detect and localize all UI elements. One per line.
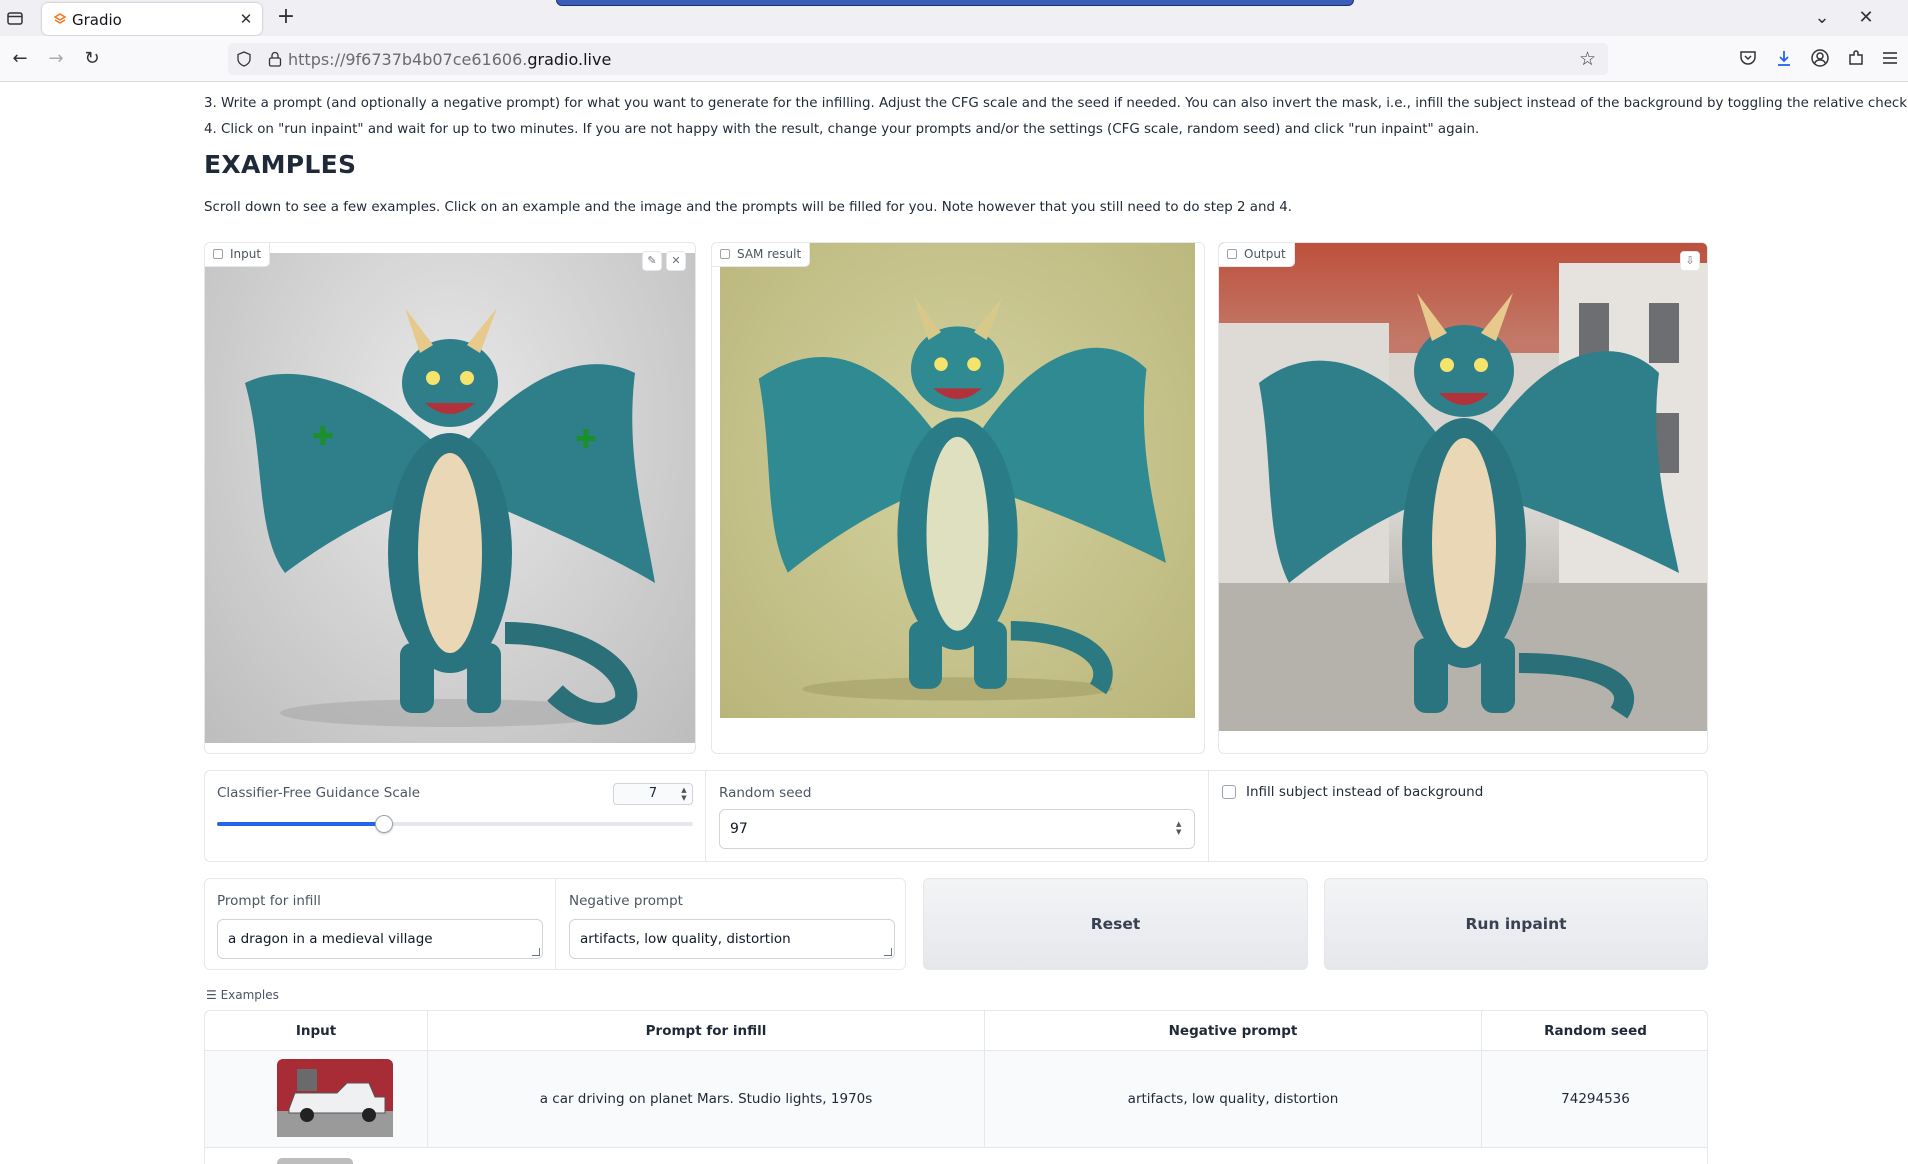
menu-icon[interactable] <box>1880 48 1900 68</box>
navigation-bar: ← → ↻ https://9f6737b4b07ce61606.gradio.… <box>0 36 1908 82</box>
bookmark-star-icon[interactable]: ☆ <box>1579 49 1596 69</box>
example-row-1-input[interactable] <box>205 1051 428 1147</box>
slider-fill <box>217 822 384 826</box>
column-header-prompt: Prompt for infill <box>428 1011 985 1051</box>
examples-heading: EXAMPLES <box>204 150 357 179</box>
slider-thumb[interactable] <box>374 815 393 833</box>
example-row-1-seed[interactable]: 74294536 <box>1482 1051 1707 1147</box>
sam-result-block: SAM result <box>711 242 1205 754</box>
lock-icon[interactable] <box>268 51 282 67</box>
close-window-icon[interactable]: ✕ <box>1856 8 1876 28</box>
cfg-scale-control: Classifier-Free Guidance Scale 7 ▲ ▼ <box>205 771 706 861</box>
svg-text:✚: ✚ <box>312 422 334 452</box>
invert-mask-control: Infill subject instead of background <box>1210 771 1707 861</box>
image-icon <box>1227 249 1237 259</box>
edit-icon[interactable]: ✎ <box>642 251 662 271</box>
page-viewport: 3. Write a prompt (and optionally a nega… <box>0 82 1908 1164</box>
instruction-step-4: 4. Click on "run inpaint" and wait for u… <box>204 122 1480 137</box>
output-label: Output <box>1219 243 1295 267</box>
invert-mask-label[interactable]: Infill subject instead of background <box>1246 784 1483 800</box>
svg-text:✚: ✚ <box>575 425 597 455</box>
car-thumbnail[interactable] <box>277 1059 393 1137</box>
forward-icon[interactable]: → <box>46 49 66 69</box>
close-tab-icon[interactable]: ✕ <box>238 11 254 27</box>
instruction-step-3: 3. Write a prompt (and optionally a nega… <box>204 96 1908 111</box>
example-row-1-prompt[interactable]: a car driving on planet Mars. Studio lig… <box>428 1051 985 1147</box>
spinner-arrows-icon[interactable]: ▲ ▼ <box>1176 820 1186 836</box>
sam-result-label: SAM result <box>712 243 811 267</box>
examples-table: Input Prompt for infill Negative prompt … <box>204 1010 1708 1164</box>
column-header-seed: Random seed <box>1482 1011 1707 1051</box>
input-image-block[interactable]: Input ✎ ✕ ✚ ✚ <box>204 242 696 754</box>
spinner-arrows-icon[interactable]: ▲ ▼ <box>679 786 689 802</box>
image-icon <box>213 249 223 259</box>
tab-list-icon[interactable] <box>6 9 24 27</box>
tab-gradio[interactable]: Gradio ✕ <box>42 3 262 35</box>
resize-handle-icon[interactable] <box>884 948 892 956</box>
negative-prompt-input[interactable]: artifacts, low quality, distortion <box>569 919 895 959</box>
settings-row: Classifier-Free Guidance Scale 7 ▲ ▼ Rand… <box>204 770 1708 862</box>
output-image-block: Output ⇩ <box>1218 242 1708 754</box>
resize-handle-icon[interactable] <box>532 948 540 956</box>
sam-result-image <box>720 243 1195 718</box>
tracking-shield-icon[interactable] <box>236 51 252 67</box>
random-seed-input[interactable]: 97 ▲ ▼ <box>719 809 1195 849</box>
negative-prompt-field-group: Negative prompt artifacts, low quality, … <box>557 879 905 969</box>
tab-bar: Gradio ✕ + ⌄ ✕ <box>0 0 1908 36</box>
pocket-icon[interactable] <box>1738 48 1758 68</box>
input-label: Input <box>205 243 271 267</box>
back-icon[interactable]: ← <box>10 49 30 69</box>
example-row-2-thumbnail[interactable] <box>277 1158 353 1164</box>
random-seed-label: Random seed <box>719 785 812 801</box>
prompt-input[interactable]: a dragon in a medieval village <box>217 919 543 959</box>
invert-mask-checkbox[interactable] <box>1222 785 1236 799</box>
table-row[interactable] <box>205 1147 1707 1164</box>
extensions-icon[interactable] <box>1846 48 1866 68</box>
examples-label: ☰ Examples <box>206 988 279 1002</box>
gradio-favicon-icon <box>54 13 66 24</box>
random-seed-control: Random seed 97 ▲ ▼ <box>707 771 1209 861</box>
sharing-indicator <box>556 0 1354 6</box>
cfg-scale-label: Classifier-Free Guidance Scale <box>217 785 421 801</box>
negative-prompt-label: Negative prompt <box>569 893 683 909</box>
clear-icon[interactable]: ✕ <box>666 251 686 271</box>
list-icon: ☰ <box>206 988 221 1002</box>
list-all-tabs-icon[interactable]: ⌄ <box>1812 8 1832 28</box>
scroll-note: Scroll down to see a few examples. Click… <box>204 200 1293 215</box>
run-inpaint-button[interactable]: Run inpaint <box>1324 878 1708 970</box>
new-tab-icon[interactable]: + <box>276 6 296 28</box>
reload-icon[interactable]: ↻ <box>82 49 102 69</box>
prompt-label: Prompt for infill <box>217 893 321 909</box>
reset-button[interactable]: Reset <box>923 878 1308 970</box>
output-image <box>1219 243 1707 731</box>
download-icon[interactable]: ⇩ <box>1680 251 1700 271</box>
prompt-field-group: Prompt for infill a dragon in a medieval… <box>205 879 556 969</box>
image-icon <box>720 249 730 259</box>
input-image[interactable]: ✚ ✚ <box>205 253 695 743</box>
column-header-negative: Negative prompt <box>985 1011 1482 1051</box>
url-text[interactable]: https://9f6737b4b07ce61606.gradio.live <box>288 50 611 69</box>
dragon-mask-illustration <box>758 296 1166 701</box>
cfg-scale-number[interactable]: 7 ▲ ▼ <box>613 783 693 805</box>
dragon-illustration: ✚ ✚ <box>245 308 655 727</box>
column-header-input: Input <box>205 1011 428 1051</box>
account-icon[interactable] <box>1810 48 1830 68</box>
prompt-group: Prompt for infill a dragon in a medieval… <box>204 878 906 970</box>
downloads-icon[interactable] <box>1774 48 1794 68</box>
url-bar[interactable]: https://9f6737b4b07ce61606.gradio.live ☆ <box>228 43 1608 75</box>
cfg-scale-slider[interactable] <box>217 815 693 833</box>
example-row-1-negative[interactable]: artifacts, low quality, distortion <box>985 1051 1482 1147</box>
tab-title: Gradio <box>72 11 122 29</box>
dragon-village-illustration <box>1219 243 1707 731</box>
